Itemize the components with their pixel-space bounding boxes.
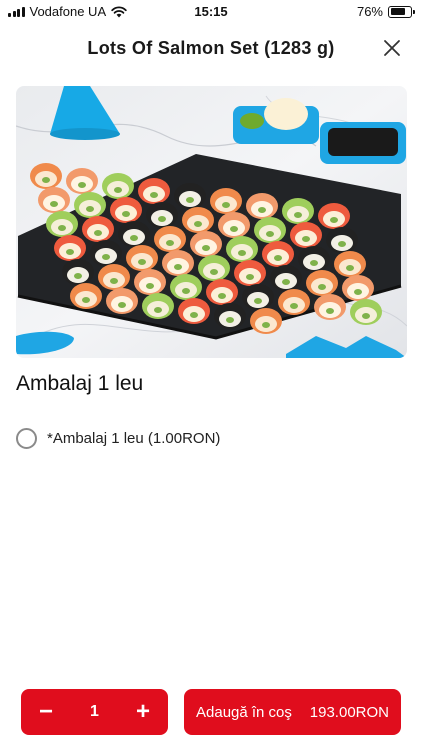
add-to-cart-label: Adaugă în coş — [196, 703, 292, 721]
decrease-button[interactable]: − — [35, 700, 57, 724]
status-right: 76% — [356, 4, 415, 19]
price-label: 193.00RON — [309, 703, 389, 721]
status-bar: Vodafone UA 15:15 76% — [0, 0, 422, 22]
section-title: Ambalaj 1 leu — [16, 372, 144, 395]
radio-button[interactable] — [16, 428, 37, 449]
sushi-set-photo — [16, 86, 407, 358]
quantity-value: 1 — [90, 703, 99, 720]
increase-button[interactable]: + — [132, 700, 154, 724]
battery-level — [390, 8, 405, 15]
close-icon[interactable] — [380, 36, 404, 60]
product-image — [16, 86, 407, 358]
modal-header: Lots Of Salmon Set (1283 g) — [0, 22, 422, 74]
battery-percent: 76% — [356, 4, 383, 19]
page-title: Lots Of Salmon Set (1283 g) — [87, 38, 335, 58]
option-label: *Ambalaj 1 leu (1.00RON) — [47, 430, 221, 447]
quantity-stepper: − 1 + — [21, 689, 168, 735]
packaging-option[interactable]: *Ambalaj 1 leu (1.00RON) — [16, 428, 220, 449]
add-to-cart-button[interactable]: Adaugă în coş 193.00RON — [184, 689, 401, 735]
battery-icon — [388, 5, 415, 18]
